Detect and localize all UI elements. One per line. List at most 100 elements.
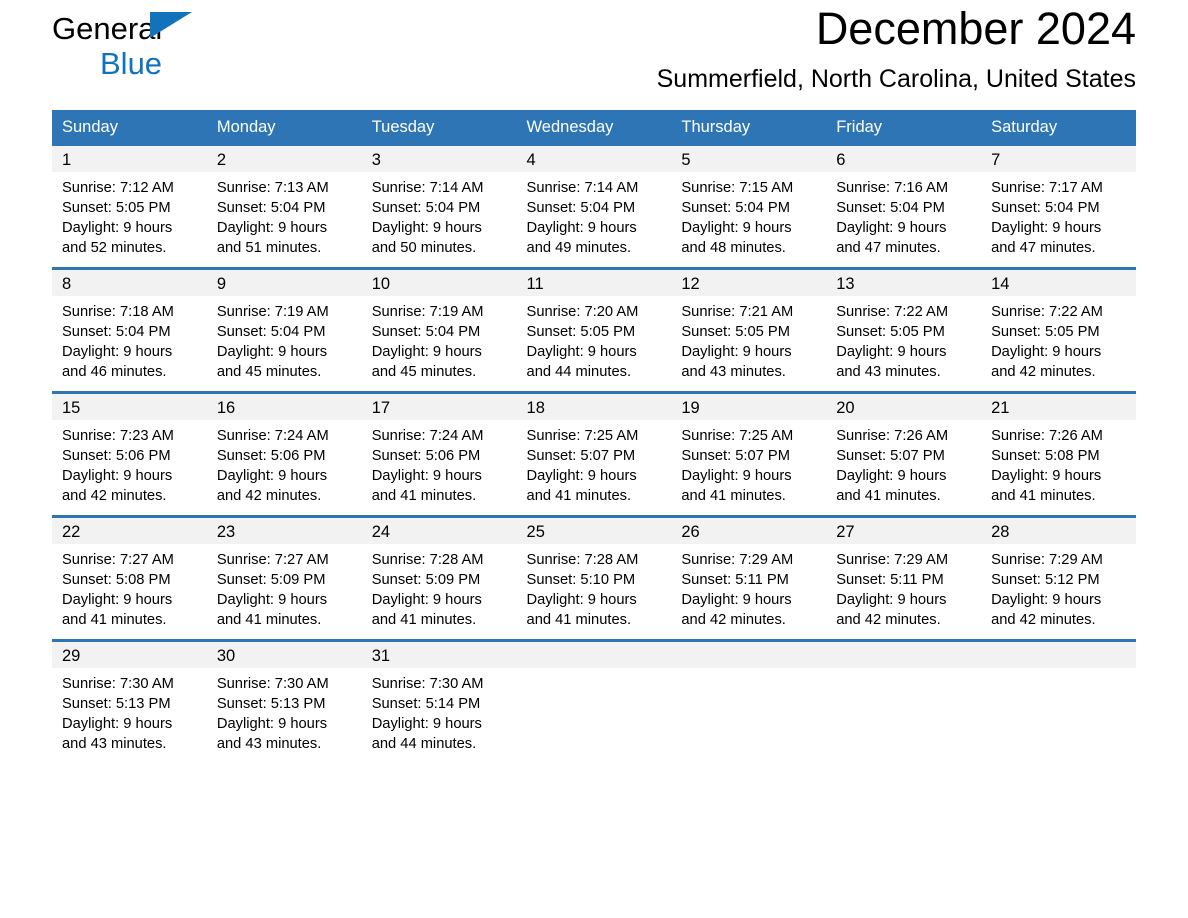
day-number: 11 (516, 270, 672, 296)
calendar-day-cell[interactable]: 8 Sunrise: 7:18 AM Sunset: 5:04 PM Daylight… (52, 267, 207, 393)
day-details: Sunrise: 7:28 AM Sunset: 5:10 PM Daylight:… (517, 544, 672, 630)
day-details: Sunrise: 7:29 AM Sunset: 5:12 PM Daylight:… (981, 544, 1136, 630)
calendar-day-cell[interactable]: 14 Sunrise: 7:22 AM Sunset: 5:05 PM Dayligh… (981, 267, 1136, 393)
day-details: Sunrise: 7:29 AM Sunset: 5:11 PM Daylight:… (826, 544, 981, 630)
daylight-text-line1: Daylight: 9 hours (216, 468, 328, 484)
sunset-text: Sunset: 5:06 PM (371, 448, 481, 464)
day-details: Sunrise: 7:29 AM Sunset: 5:11 PM Daylight:… (671, 544, 826, 630)
calendar-day-cell[interactable]: 5 Sunrise: 7:15 AM Sunset: 5:04 PM Daylight… (671, 146, 827, 269)
sunset-text: Sunset: 5:04 PM (681, 200, 790, 216)
brand-triangle-icon (150, 12, 192, 38)
calendar-day-cell[interactable]: 7 Sunrise: 7:17 AM Sunset: 5:04 PM Daylight… (981, 146, 1136, 269)
weekday-header-saturday: Saturday (981, 110, 1136, 146)
sunset-text: Sunset: 5:04 PM (62, 324, 171, 340)
calendar-day-cell[interactable]: 11 Sunrise: 7:20 AM Sunset: 5:05 PM Dayligh… (516, 267, 672, 393)
calendar-day-cell[interactable]: 26 Sunrise: 7:29 AM Sunset: 5:11 PM Dayligh… (671, 515, 827, 641)
calendar-page: General Blue December 2024 Summerfield, … (0, 0, 1188, 918)
calendar-day-cell[interactable]: 30 Sunrise: 7:30 AM Sunset: 5:13 PM Dayligh… (206, 639, 362, 763)
sunrise-text: Sunrise: 7:20 AM (526, 304, 639, 320)
day-details: Sunrise: 7:25 AM Sunset: 5:07 PM Daylight:… (517, 420, 672, 506)
day-number (826, 642, 982, 668)
calendar-day-cell[interactable]: 20 Sunrise: 7:26 AM Sunset: 5:07 PM Dayligh… (826, 391, 982, 517)
daylight-text-line1: Daylight: 9 hours (836, 592, 947, 608)
day-number: 23 (206, 518, 362, 544)
daylight-text-line1: Daylight: 9 hours (526, 220, 637, 236)
calendar-body: 1 Sunrise: 7:12 AM Sunset: 5:05 PM Daylight… (52, 146, 1136, 763)
day-number (981, 642, 1136, 668)
calendar-day-cell[interactable]: 4 Sunrise: 7:14 AM Sunset: 5:04 PM Daylight… (516, 146, 672, 269)
sunrise-text: Sunrise: 7:14 AM (526, 180, 639, 196)
daylight-text-line2: and 44 minutes. (526, 364, 632, 380)
calendar-day-cell[interactable]: 19 Sunrise: 7:25 AM Sunset: 5:07 PM Dayligh… (671, 391, 827, 517)
sunset-text: Sunset: 5:05 PM (526, 324, 636, 340)
daylight-text-line1: Daylight: 9 hours (526, 344, 637, 360)
daylight-text-line1: Daylight: 9 hours (371, 592, 482, 608)
calendar-day-cell[interactable]: 15 Sunrise: 7:23 AM Sunset: 5:06 PM Dayligh… (52, 391, 207, 517)
calendar-day-cell[interactable]: 28 Sunrise: 7:29 AM Sunset: 5:12 PM Dayligh… (981, 515, 1136, 641)
sunrise-text: Sunrise: 7:29 AM (991, 552, 1103, 568)
daylight-text-line2: and 52 minutes. (62, 240, 167, 256)
sunrise-text: Sunrise: 7:25 AM (681, 428, 794, 444)
day-details: Sunrise: 7:14 AM Sunset: 5:04 PM Daylight:… (517, 172, 672, 258)
daylight-text-line2: and 42 minutes. (991, 612, 1096, 628)
sunset-text: Sunset: 5:08 PM (62, 572, 171, 588)
calendar-day-cell[interactable]: 22 Sunrise: 7:27 AM Sunset: 5:08 PM Dayligh… (52, 515, 207, 641)
sunrise-text: Sunrise: 7:27 AM (216, 552, 329, 568)
day-details: Sunrise: 7:15 AM Sunset: 5:04 PM Daylight:… (671, 172, 826, 258)
daylight-text-line1: Daylight: 9 hours (836, 468, 947, 484)
calendar-day-cell[interactable]: 31 Sunrise: 7:30 AM Sunset: 5:14 PM Dayligh… (361, 639, 517, 763)
calendar-day-cell[interactable]: 9 Sunrise: 7:19 AM Sunset: 5:04 PM Daylight… (206, 267, 362, 393)
sunrise-text: Sunrise: 7:26 AM (836, 428, 949, 444)
daylight-text-line2: and 42 minutes. (681, 612, 786, 628)
calendar-day-cell[interactable]: 12 Sunrise: 7:21 AM Sunset: 5:05 PM Dayligh… (671, 267, 827, 393)
calendar-day-cell[interactable]: 27 Sunrise: 7:29 AM Sunset: 5:11 PM Dayligh… (826, 515, 982, 641)
calendar-day-cell[interactable]: 29 Sunrise: 7:30 AM Sunset: 5:13 PM Dayligh… (52, 639, 207, 763)
day-details: Sunrise: 7:27 AM Sunset: 5:08 PM Daylight:… (52, 544, 207, 630)
day-details: Sunrise: 7:22 AM Sunset: 5:05 PM Daylight:… (826, 296, 981, 382)
calendar-day-cell[interactable]: 10 Sunrise: 7:19 AM Sunset: 5:04 PM Dayligh… (361, 267, 517, 393)
calendar-week-row: 1 Sunrise: 7:12 AM Sunset: 5:05 PM Daylight… (52, 146, 1136, 269)
day-details: Sunrise: 7:26 AM Sunset: 5:07 PM Daylight:… (826, 420, 981, 506)
calendar-day-cell[interactable]: 24 Sunrise: 7:28 AM Sunset: 5:09 PM Dayligh… (361, 515, 517, 641)
daylight-text-line2: and 41 minutes. (62, 612, 167, 628)
sunset-text: Sunset: 5:05 PM (991, 324, 1100, 340)
calendar-day-cell[interactable]: 2 Sunrise: 7:13 AM Sunset: 5:04 PM Daylight… (206, 146, 362, 269)
daylight-text-line1: Daylight: 9 hours (216, 716, 328, 732)
daylight-text-line1: Daylight: 9 hours (836, 220, 947, 236)
calendar-day-cell[interactable]: 6 Sunrise: 7:16 AM Sunset: 5:04 PM Daylight… (826, 146, 982, 269)
daylight-text-line2: and 41 minutes. (681, 488, 786, 504)
calendar-day-cell[interactable]: 17 Sunrise: 7:24 AM Sunset: 5:06 PM Dayligh… (361, 391, 517, 517)
daylight-text-line2: and 42 minutes. (62, 488, 167, 504)
sunrise-text: Sunrise: 7:29 AM (681, 552, 794, 568)
day-details (826, 668, 981, 674)
day-details: Sunrise: 7:19 AM Sunset: 5:04 PM Daylight:… (362, 296, 517, 382)
sunset-text: Sunset: 5:04 PM (371, 200, 481, 216)
day-number: 31 (361, 642, 517, 668)
day-details: Sunrise: 7:30 AM Sunset: 5:14 PM Daylight:… (362, 668, 517, 754)
daylight-text-line2: and 42 minutes. (216, 488, 322, 504)
day-details: Sunrise: 7:20 AM Sunset: 5:05 PM Daylight:… (517, 296, 672, 382)
sunset-text: Sunset: 5:08 PM (991, 448, 1100, 464)
sunrise-text: Sunrise: 7:19 AM (216, 304, 329, 320)
calendar-day-cell[interactable]: 3 Sunrise: 7:14 AM Sunset: 5:04 PM Daylight… (361, 146, 517, 269)
daylight-text-line1: Daylight: 9 hours (836, 344, 947, 360)
calendar-day-cell[interactable]: 23 Sunrise: 7:27 AM Sunset: 5:09 PM Dayligh… (206, 515, 362, 641)
calendar-day-cell[interactable]: 13 Sunrise: 7:22 AM Sunset: 5:05 PM Dayligh… (826, 267, 982, 393)
calendar-day-cell[interactable]: 18 Sunrise: 7:25 AM Sunset: 5:07 PM Dayligh… (516, 391, 672, 517)
calendar-day-cell[interactable]: 25 Sunrise: 7:28 AM Sunset: 5:10 PM Dayligh… (516, 515, 672, 641)
calendar-day-cell[interactable]: 16 Sunrise: 7:24 AM Sunset: 5:06 PM Dayligh… (206, 391, 362, 517)
daylight-text-line2: and 51 minutes. (216, 240, 322, 256)
day-details: Sunrise: 7:12 AM Sunset: 5:05 PM Daylight:… (52, 172, 207, 258)
calendar-day-cell[interactable]: 1 Sunrise: 7:12 AM Sunset: 5:05 PM Daylight… (52, 146, 207, 269)
calendar-day-cell[interactable]: 21 Sunrise: 7:26 AM Sunset: 5:08 PM Dayligh… (981, 391, 1136, 517)
day-details: Sunrise: 7:28 AM Sunset: 5:09 PM Daylight:… (362, 544, 517, 630)
day-number: 22 (52, 518, 207, 544)
sunrise-text: Sunrise: 7:30 AM (216, 676, 329, 692)
sunset-text: Sunset: 5:09 PM (371, 572, 481, 588)
day-number: 7 (981, 146, 1136, 172)
daylight-text-line2: and 50 minutes. (371, 240, 477, 256)
sunrise-text: Sunrise: 7:22 AM (991, 304, 1103, 320)
day-details: Sunrise: 7:30 AM Sunset: 5:13 PM Daylight:… (52, 668, 207, 754)
page-header: General Blue December 2024 Summerfield, … (52, 0, 1136, 104)
sunrise-text: Sunrise: 7:18 AM (62, 304, 174, 320)
